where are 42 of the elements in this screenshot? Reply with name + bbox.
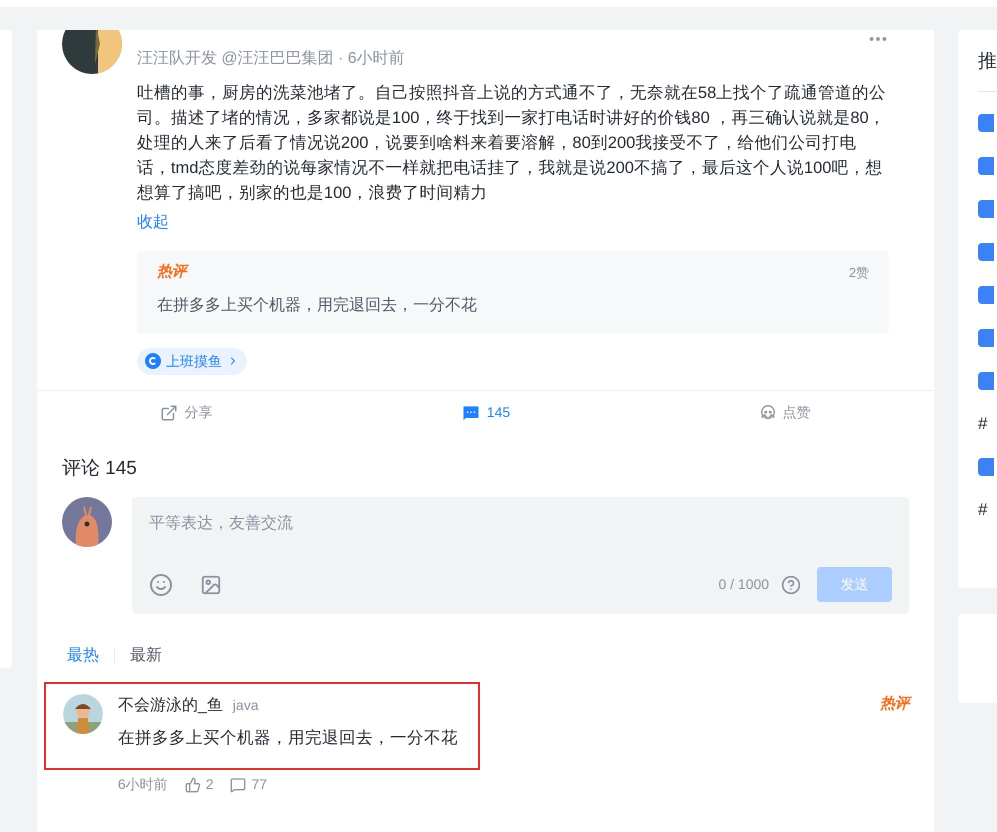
hot-comment-text: 在拼多多上买个机器，用完退回去，一分不花 <box>156 296 478 316</box>
hot-tag <box>978 372 994 390</box>
like-count: 2赞 <box>848 264 870 282</box>
commenter-avatar <box>62 694 103 734</box>
hot-label: 热评 <box>156 261 186 284</box>
emoji-icon[interactable] <box>148 572 173 596</box>
action-button[interactable]: 分享 <box>36 390 336 434</box>
help-icon[interactable] <box>781 574 802 594</box>
action-button[interactable]: 145 <box>336 390 636 434</box>
hot-tag <box>978 329 994 347</box>
comment-time: 6小时前 <box>118 775 168 794</box>
topic-icon <box>144 353 161 369</box>
hot-tag <box>978 157 994 175</box>
user-tag: java <box>232 695 258 716</box>
commenter-name[interactable]: 不会游泳的_鱼 <box>118 694 223 718</box>
comments-title: 评论 145 <box>62 456 138 480</box>
sidebar-title: 推 <box>978 50 997 74</box>
image-icon[interactable] <box>200 574 222 596</box>
hot-tag <box>978 200 994 218</box>
user-avatar <box>62 497 112 547</box>
share-icon <box>160 404 178 422</box>
author-meta: 汪汪队开发 @汪汪巴巴集团 · 6小时前 <box>136 48 405 69</box>
char-counter: 0 / 1000 <box>718 575 770 594</box>
like-icon[interactable] <box>184 776 201 792</box>
hashtag-link[interactable]: # <box>978 411 988 437</box>
post-text: 吐槽的事，厨房的洗菜池堵了。自己按照抖音上说的方式通不了，无奈就在58上找个了疏通管道的公司。描述了堵的情况，多家都说是100，终于找到一家打电话时讲好的价钱80 ，再三确认说就是80，处理的人来了后看了情况说200，说要到啥料来着要溶解，80到200我接受不了，给他们公司打电话，tmd态度差劲的说每家情况不一样就把电话挂了，我就是说200不搞了，最后这个人说100吧，想想算了搞吧，别家的也是100，浪费了时间精力 <box>136 83 888 204</box>
hot-tag <box>978 114 994 132</box>
topic-tag[interactable]: 上班摸鱼 <box>136 348 247 374</box>
reply-count: 77 <box>251 775 268 794</box>
action-button[interactable]: 点赞 <box>635 390 934 434</box>
hot-tag <box>978 286 994 304</box>
hot-tag <box>978 243 994 261</box>
hot-tag <box>978 458 994 476</box>
reply-icon[interactable] <box>230 776 246 792</box>
hot-label: 热评 <box>880 695 910 712</box>
hashtag-link[interactable]: # <box>978 497 988 523</box>
like-count: 2 <box>206 775 214 794</box>
comment-text: 在拼多多上买个机器，用完退回去，一分不花 <box>118 728 458 749</box>
sort-tab[interactable]: 最新 <box>124 644 167 668</box>
like-face-icon <box>758 404 777 422</box>
sort-tab[interactable]: 最热 <box>62 644 104 668</box>
collapse-link[interactable]: 收起 <box>136 210 890 235</box>
